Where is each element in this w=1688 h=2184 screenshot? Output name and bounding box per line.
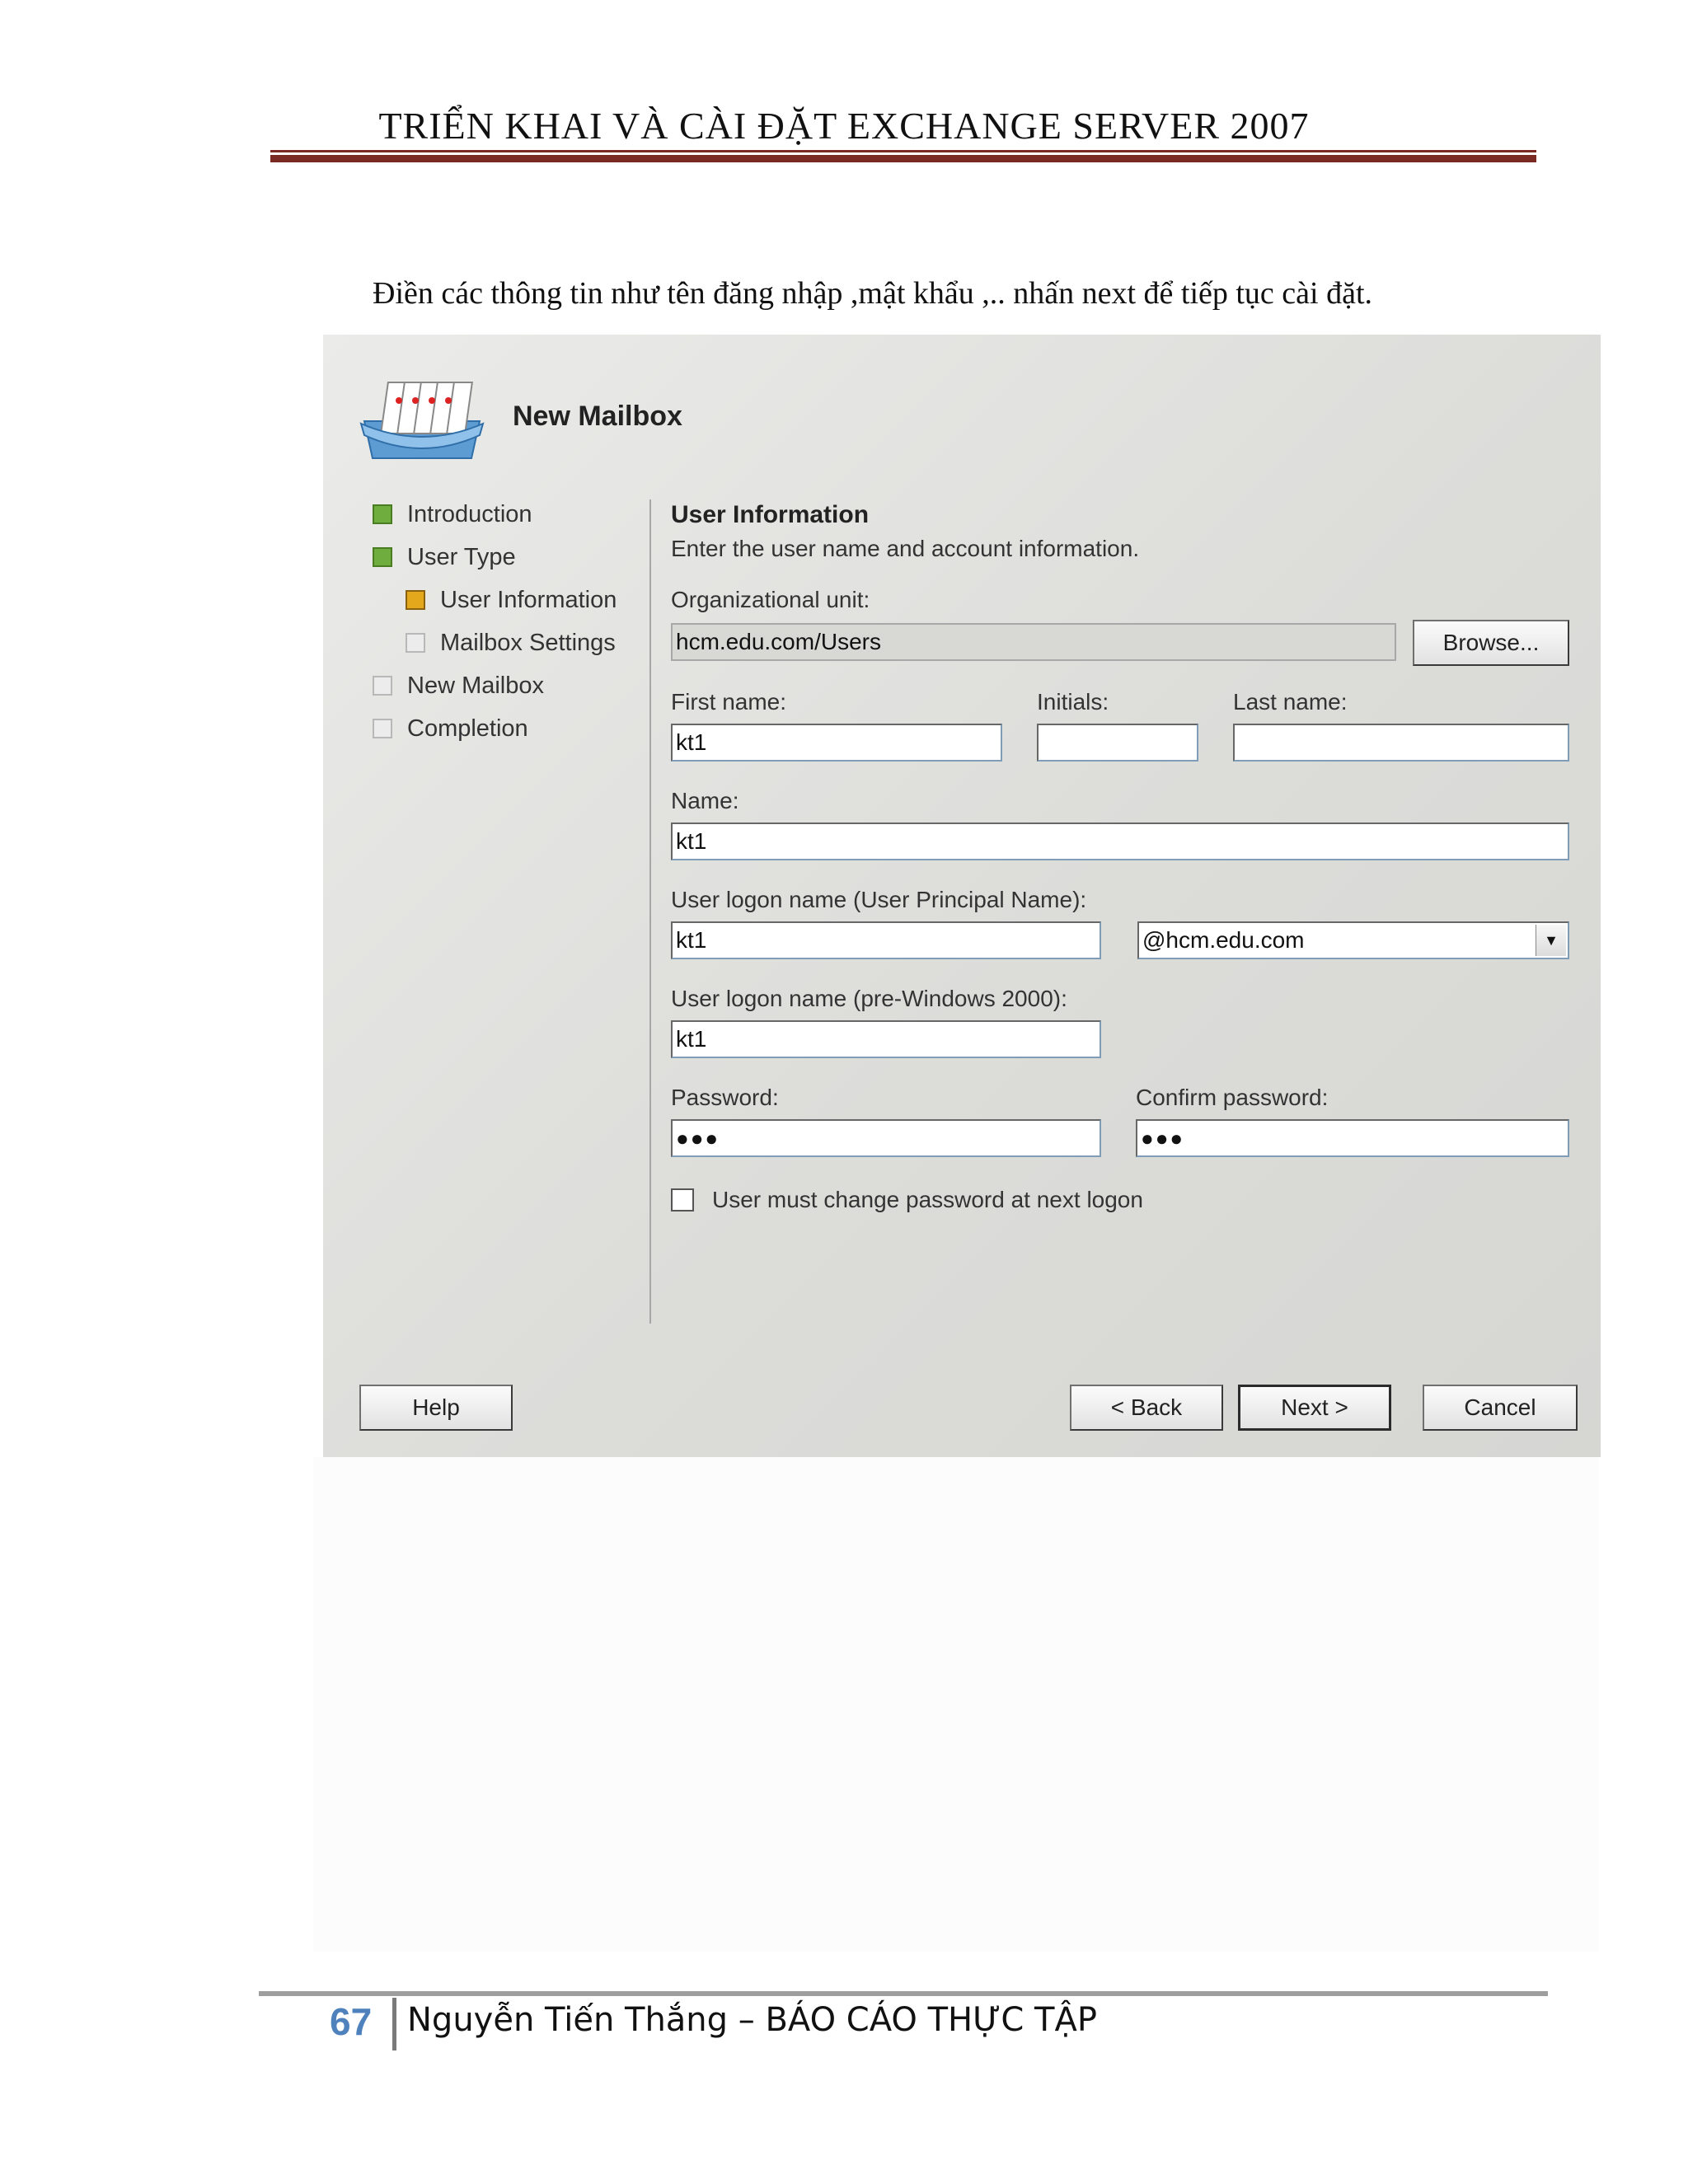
step-label: Introduction xyxy=(407,501,532,527)
step-pending-icon xyxy=(373,719,392,738)
step-label: Mailbox Settings xyxy=(440,630,616,656)
name-field[interactable]: kt1 xyxy=(671,823,1569,860)
nav-divider xyxy=(649,499,651,1324)
new-mailbox-wizard-screenshot: New Mailbox Introduction User Type User … xyxy=(323,335,1601,1457)
step-user-type: User Type xyxy=(373,544,516,571)
page-blank-area xyxy=(313,1457,1599,1952)
step-introduction: Introduction xyxy=(373,501,532,528)
initials-label: Initials: xyxy=(1037,689,1109,715)
step-label: User Type xyxy=(407,544,516,570)
step-label: New Mailbox xyxy=(407,673,544,699)
step-completion: Completion xyxy=(373,715,528,743)
chevron-down-icon[interactable]: ▼ xyxy=(1536,925,1566,956)
step-label: User Information xyxy=(440,587,617,613)
step-mailbox-settings: Mailbox Settings xyxy=(406,630,616,657)
next-button[interactable]: Next > xyxy=(1238,1385,1391,1431)
intro-text: Điền các thông tin như tên đăng nhập ,mậ… xyxy=(373,276,1373,311)
first-name-field[interactable]: kt1 xyxy=(671,724,1002,762)
browse-button[interactable]: Browse... xyxy=(1413,620,1569,666)
org-unit-field: hcm.edu.com/Users xyxy=(671,623,1396,661)
password-label: Password: xyxy=(671,1085,779,1110)
initials-field[interactable] xyxy=(1037,724,1198,762)
cancel-button[interactable]: Cancel xyxy=(1423,1385,1578,1431)
header-rule-thin xyxy=(270,150,1536,152)
step-new-mailbox: New Mailbox xyxy=(373,673,544,700)
help-button[interactable]: Help xyxy=(359,1385,513,1431)
upn-domain-value: @hcm.edu.com xyxy=(1142,927,1305,953)
footer-separator xyxy=(392,1998,396,2050)
step-pending-icon xyxy=(406,633,425,653)
must-change-password-label: User must change password at next logon xyxy=(712,1187,1143,1212)
password-field[interactable]: ●●● xyxy=(671,1119,1101,1157)
footer-text: Nguyễn Tiến Thắng – BÁO CÁO THỰC TẬP xyxy=(407,2001,1097,2039)
step-label: Completion xyxy=(407,715,528,742)
step-pending-icon xyxy=(373,676,392,696)
prewin-label: User logon name (pre-Windows 2000): xyxy=(671,986,1067,1011)
first-name-label: First name: xyxy=(671,689,787,715)
mailbox-icon xyxy=(359,382,485,459)
confirm-password-field[interactable]: ●●● xyxy=(1136,1119,1569,1157)
footer-rule xyxy=(259,1991,1548,1996)
step-user-information: User Information xyxy=(406,587,617,614)
must-change-password-checkbox[interactable] xyxy=(671,1188,694,1212)
document-header-title: TRIỂN KHAI VÀ CÀI ĐẶT EXCHANGE SERVER 20… xyxy=(378,105,1310,147)
last-name-field[interactable] xyxy=(1233,724,1569,762)
step-current-icon xyxy=(406,590,425,610)
confirm-password-label: Confirm password: xyxy=(1136,1085,1329,1110)
step-done-icon xyxy=(373,547,392,567)
section-title: User Information xyxy=(671,501,870,528)
wizard-title: New Mailbox xyxy=(513,401,682,432)
header-rule-thick xyxy=(270,155,1536,162)
upn-label: User logon name (User Principal Name): xyxy=(671,887,1087,912)
upn-field[interactable]: kt1 xyxy=(671,921,1101,959)
section-description: Enter the user name and account informat… xyxy=(671,536,1140,561)
prewin-field[interactable]: kt1 xyxy=(671,1020,1101,1058)
page-number: 67 xyxy=(330,2000,373,2043)
name-label: Name: xyxy=(671,788,739,813)
last-name-label: Last name: xyxy=(1233,689,1348,715)
back-button[interactable]: < Back xyxy=(1070,1385,1223,1431)
step-done-icon xyxy=(373,504,392,524)
org-unit-label: Organizational unit: xyxy=(671,587,870,612)
upn-domain-select[interactable]: @hcm.edu.com ▼ xyxy=(1137,921,1569,959)
